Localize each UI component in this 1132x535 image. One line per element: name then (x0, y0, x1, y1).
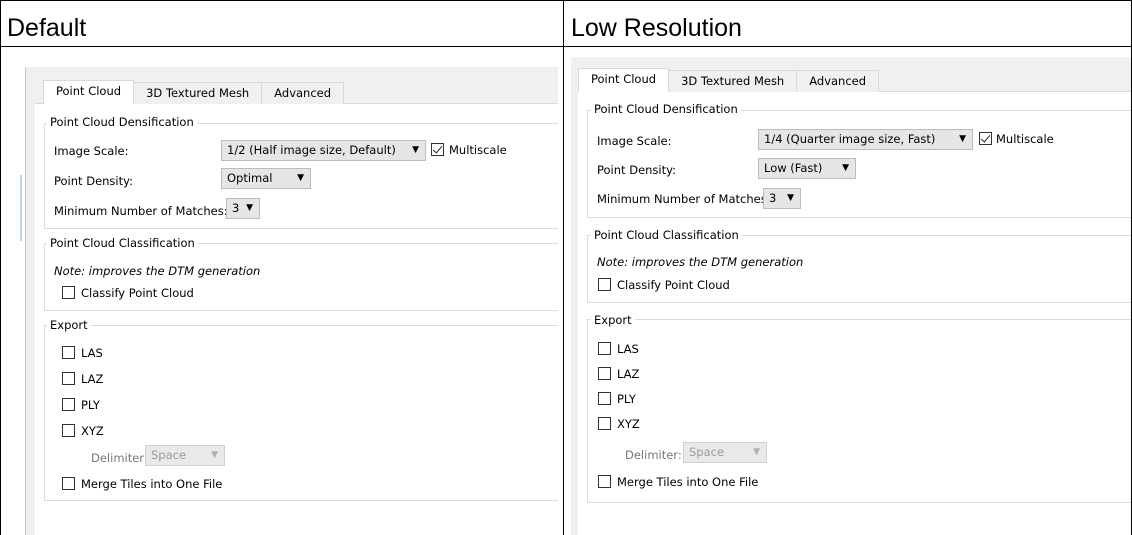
classify-point-cloud-checkbox[interactable] (62, 286, 75, 299)
chevron-down-icon: ▼ (412, 145, 419, 155)
min-matches-label: Minimum Number of Matches: (54, 204, 228, 218)
group-classification (587, 235, 1131, 303)
delimiter-select[interactable]: Space ▼ (683, 442, 767, 463)
min-matches-value: 3 (232, 201, 240, 215)
group-classification-title: Point Cloud Classification (591, 228, 742, 242)
image-scale-value: 1/2 (Half image size, Default) (227, 143, 396, 157)
chevron-down-icon: ▼ (297, 173, 304, 183)
column-heading-default: Default (7, 14, 87, 42)
group-export (44, 325, 558, 501)
multiscale-checkbox[interactable] (979, 132, 992, 145)
group-export-title: Export (591, 313, 635, 327)
export-las-checkbox[interactable] (598, 342, 611, 355)
tab-point-cloud[interactable]: Point Cloud (578, 68, 670, 92)
group-export-title: Export (47, 318, 91, 332)
classification-note: Note: improves the DTM generation (597, 255, 804, 269)
chevron-down-icon: ▼ (787, 193, 794, 203)
min-matches-select[interactable]: 3 ▼ (763, 188, 801, 209)
pane-left-strip (8, 67, 26, 535)
tab-point-cloud[interactable]: Point Cloud (43, 80, 135, 104)
export-ply-label: PLY (617, 392, 636, 406)
settings-pane-low-resolution: Point Cloud 3D Textured Mesh Advanced Po… (571, 57, 1131, 535)
merge-tiles-checkbox[interactable] (62, 477, 75, 490)
merge-tiles-label: Merge Tiles into One File (617, 475, 759, 489)
group-classification-title: Point Cloud Classification (47, 236, 198, 250)
multiscale-label: Multiscale (449, 143, 507, 157)
export-laz-label: LAZ (617, 367, 640, 381)
group-densification-title: Point Cloud Densification (591, 102, 741, 116)
export-ply-checkbox[interactable] (62, 398, 75, 411)
export-las-label: LAS (617, 342, 639, 356)
point-density-select[interactable]: Low (Fast) ▼ (758, 158, 856, 179)
image-scale-value: 1/4 (Quarter image size, Fast) (764, 132, 936, 146)
tab-strip: Point Cloud 3D Textured Mesh Advanced (43, 80, 345, 104)
multiscale-checkbox[interactable] (431, 143, 444, 156)
selection-indicator (20, 175, 22, 241)
chevron-down-icon: ▼ (753, 447, 760, 457)
export-las-label: LAS (81, 346, 103, 360)
image-scale-select[interactable]: 1/2 (Half image size, Default) ▼ (221, 140, 426, 161)
delimiter-select[interactable]: Space ▼ (145, 445, 225, 466)
export-laz-checkbox[interactable] (598, 367, 611, 380)
merge-tiles-label: Merge Tiles into One File (81, 477, 223, 491)
group-densification-title: Point Cloud Densification (47, 115, 197, 129)
tab-advanced[interactable]: Advanced (261, 82, 345, 104)
point-density-value: Optimal (227, 171, 273, 185)
export-xyz-label: XYZ (81, 424, 104, 438)
point-density-value: Low (Fast) (764, 161, 823, 175)
table-top-border (0, 0, 1132, 1)
min-matches-label: Minimum Number of Matches: (597, 192, 771, 206)
delimiter-value: Space (151, 448, 187, 462)
chevron-down-icon: ▼ (842, 163, 849, 173)
export-xyz-checkbox[interactable] (598, 417, 611, 430)
image-scale-label: Image Scale: (597, 134, 672, 148)
classify-point-cloud-label: Classify Point Cloud (81, 286, 194, 300)
export-ply-label: PLY (81, 398, 100, 412)
tab-3d-textured-mesh[interactable]: 3D Textured Mesh (668, 70, 798, 92)
export-laz-checkbox[interactable] (62, 372, 75, 385)
classify-point-cloud-checkbox[interactable] (598, 278, 611, 291)
delimiter-label: Delimiter: (625, 448, 682, 462)
export-las-checkbox[interactable] (62, 346, 75, 359)
export-xyz-label: XYZ (617, 417, 640, 431)
image-scale-label: Image Scale: (54, 144, 129, 158)
multiscale-label: Multiscale (996, 132, 1054, 146)
chevron-down-icon: ▼ (211, 450, 218, 460)
settings-pane-default: Point Cloud 3D Textured Mesh Advanced Po… (8, 67, 558, 535)
chevron-down-icon: ▼ (959, 134, 966, 144)
export-laz-label: LAZ (81, 372, 104, 386)
delimiter-value: Space (689, 445, 725, 459)
column-heading-low-resolution: Low Resolution (571, 14, 742, 42)
tab-3d-textured-mesh[interactable]: 3D Textured Mesh (133, 82, 263, 104)
point-density-label: Point Density: (597, 163, 676, 177)
export-xyz-checkbox[interactable] (62, 424, 75, 437)
point-density-label: Point Density: (54, 174, 133, 188)
tab-advanced[interactable]: Advanced (796, 70, 880, 92)
table-header-border (0, 46, 1132, 47)
table-middle-border (563, 0, 564, 535)
tab-strip: Point Cloud 3D Textured Mesh Advanced (578, 68, 880, 92)
min-matches-select[interactable]: 3 ▼ (226, 198, 260, 219)
classification-note: Note: improves the DTM generation (54, 264, 261, 278)
point-density-select[interactable]: Optimal ▼ (221, 168, 311, 189)
image-scale-select[interactable]: 1/4 (Quarter image size, Fast) ▼ (758, 129, 973, 150)
min-matches-value: 3 (769, 191, 777, 205)
merge-tiles-checkbox[interactable] (598, 475, 611, 488)
table-left-border (0, 0, 1, 535)
chevron-down-icon: ▼ (246, 203, 253, 213)
delimiter-label: Delimiter: (91, 451, 148, 465)
classify-point-cloud-label: Classify Point Cloud (617, 278, 730, 292)
export-ply-checkbox[interactable] (598, 392, 611, 405)
